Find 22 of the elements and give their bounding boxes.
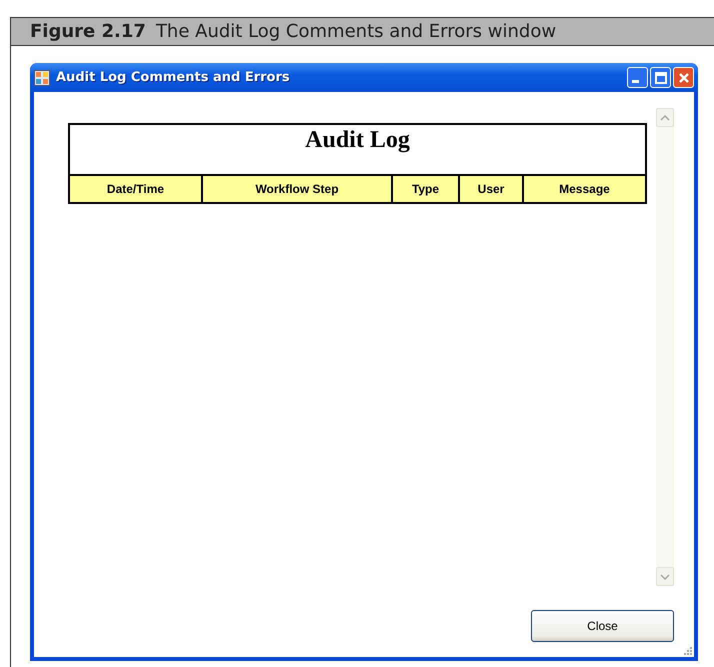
figure-label: Figure 2.17 [30,21,146,42]
minimize-icon [632,80,639,83]
figure-caption: The Audit Log Comments and Errors window [156,21,556,42]
close-icon [678,72,690,84]
scroll-down-button[interactable] [656,567,674,586]
column-header: Workflow Step [201,176,391,202]
app-icon [34,70,50,86]
maximize-button[interactable] [650,67,671,88]
chevron-up-icon [660,114,670,120]
maximize-icon [654,72,666,84]
close-dialog-button[interactable]: Close [531,610,674,642]
column-header: Date/Time [106,181,166,198]
column-header: Message [522,176,645,202]
column-header: User [458,176,522,202]
scroll-up-button[interactable] [656,108,674,127]
close-button[interactable] [673,67,694,88]
minimize-button[interactable] [627,67,648,88]
column-header: Type [391,176,458,202]
scrollbar[interactable] [656,108,674,586]
window-title: Audit Log Comments and Errors [56,70,291,85]
chevron-down-icon [660,574,670,580]
resize-grip-icon [683,646,693,656]
